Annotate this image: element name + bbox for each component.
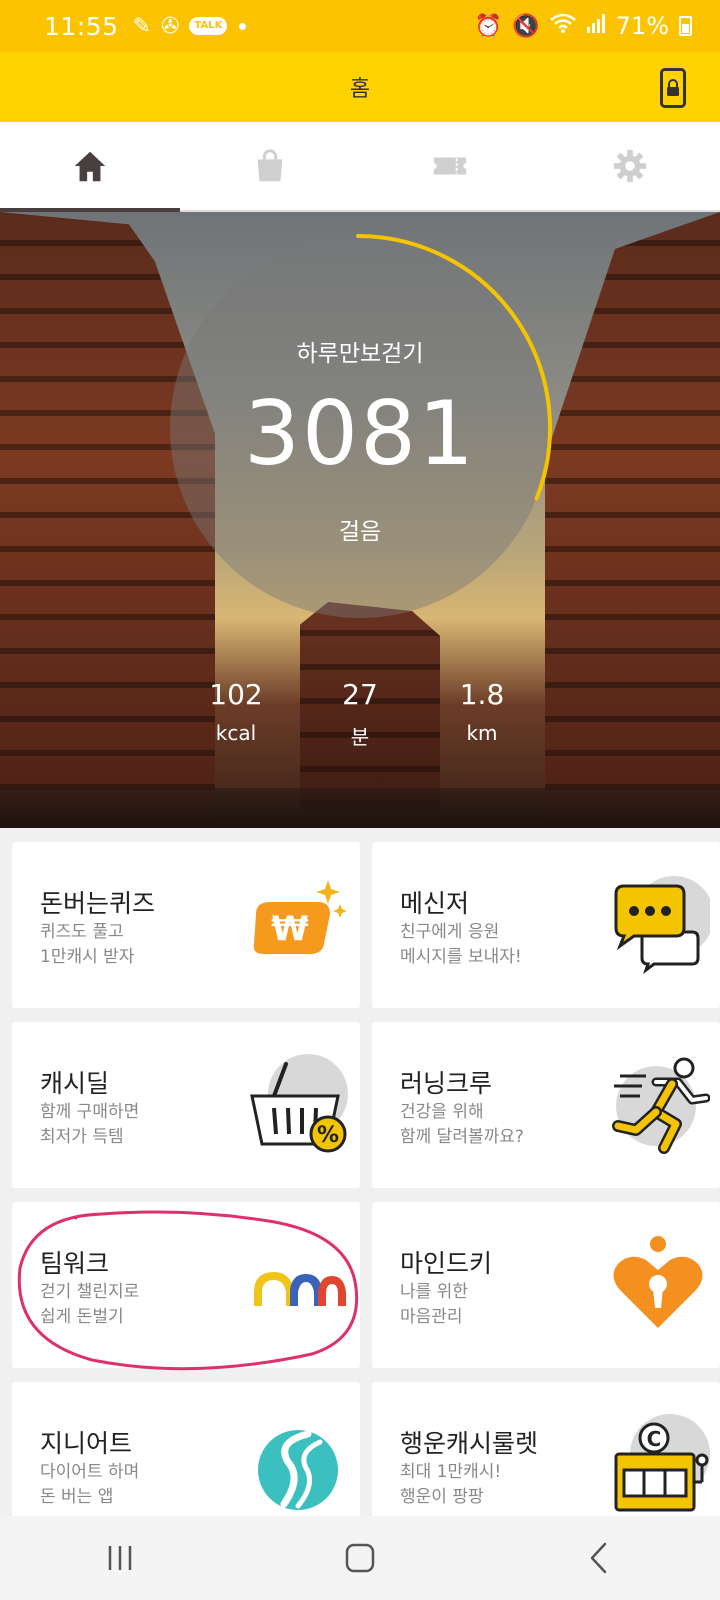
card-messenger[interactable]: 메신저 친구에게 응원 메시지를 보내자! [372, 842, 720, 1008]
distance-stat: 1.8 km [432, 678, 532, 745]
card-title: 행운캐시룰렛 [400, 1429, 539, 1458]
kakaotalk-icon: TALK [189, 17, 228, 35]
notification-icons: ✎ ✇ TALK [133, 14, 228, 39]
card-description: 친구에게 응원 메시지를 보내자! [400, 922, 522, 967]
calories-stat: 102 kcal [186, 678, 286, 745]
home-icon [74, 151, 106, 182]
runner-icon [612, 1057, 710, 1154]
canal-water [0, 788, 720, 828]
back-icon [590, 1542, 607, 1574]
heart-keyhole-icon [613, 1236, 703, 1328]
step-count: 3081 [244, 382, 476, 485]
status-bar: 11:55 ✎ ✇ TALK ⏰ 🔇 71% [0, 0, 720, 52]
system-status-icons: ⏰ 🔇 71% [475, 12, 692, 40]
minutes-value: 27 [342, 678, 378, 711]
shopping-bag-icon [257, 149, 283, 182]
app-bar: 홈 [0, 52, 720, 122]
card-title: 러닝크루 [400, 1069, 493, 1098]
calories-unit: kcal [215, 721, 257, 745]
home-button[interactable] [240, 1516, 480, 1600]
card-title: 메신저 [400, 889, 470, 918]
step-counter-hero: 하루만보걷기 3081 걸음 102 kcal 27 분 1.8 km [0, 212, 720, 828]
feather-icon: ✎ [132, 13, 151, 39]
battery-percent: 71% [615, 12, 669, 40]
card-title: 마인드키 [400, 1249, 493, 1278]
distance-unit: km [466, 721, 498, 745]
card-description: 최대 1만캐시! 행운이 팡팡 [400, 1462, 502, 1507]
card-description: 걷기 챌린지로 쉽게 돈벌기 [40, 1282, 140, 1327]
svg-text:%: % [317, 1123, 339, 1148]
distance-value: 1.8 [459, 678, 505, 711]
step-goal-title: 하루만보걷기 [296, 341, 424, 367]
tab-bar [0, 122, 720, 212]
slot-machine-icon: C [614, 1414, 710, 1512]
back-button[interactable] [480, 1516, 720, 1600]
step-unit: 걸음 [338, 519, 382, 545]
card-running-crew[interactable]: 러닝크루 건강을 위해 함께 달려볼까요? [372, 1022, 720, 1188]
shopping-basket-percent-icon: % [250, 1054, 348, 1153]
svg-text:₩: ₩ [271, 909, 309, 949]
tab-coupon[interactable] [360, 122, 540, 210]
card-description: 퀴즈도 풀고 1만캐시 받자 [40, 922, 135, 967]
card-cash-deal[interactable]: 캐시딜 함께 구매하면 최저가 득템 % [12, 1022, 360, 1188]
card-description: 다이어트 하며 돈 버는 앱 [40, 1462, 140, 1507]
wifi-icon [549, 13, 576, 39]
minutes-stat: 27 분 [310, 678, 410, 750]
card-mind-key[interactable]: 마인드키 나를 위한 마음관리 [372, 1202, 720, 1368]
home-button-icon [345, 1543, 375, 1573]
fan-icon: ✇ [160, 13, 180, 39]
alarm-icon: ⏰ [474, 13, 503, 39]
tab-shop[interactable] [180, 122, 360, 210]
system-nav-bar [0, 1516, 720, 1600]
mute-icon: 🔇 [512, 13, 540, 39]
page-title: 홈 [349, 77, 371, 102]
card-title: 팀워크 [40, 1249, 110, 1278]
ticket-icon [433, 157, 467, 175]
background-building [545, 212, 720, 828]
tab-settings[interactable] [540, 122, 720, 210]
card-title: 캐시딜 [40, 1069, 110, 1098]
diet-s-logo-icon [258, 1430, 338, 1510]
won-coin-sparkle-icon: ₩ [253, 880, 347, 954]
card-description: 건강을 위해 함께 달려볼까요? [400, 1102, 524, 1147]
card-money-quiz[interactable]: 돈버는퀴즈 퀴즈도 풀고 1만캐시 받자 ₩ [12, 842, 360, 1008]
more-notifications-dot [239, 22, 247, 30]
recent-apps-icon [108, 1546, 132, 1570]
svg-text:C: C [647, 1427, 662, 1451]
calories-value: 102 [209, 678, 263, 711]
lock-screen-button[interactable] [660, 68, 686, 108]
signal-icon [586, 13, 606, 39]
card-title: 돈버는퀴즈 [40, 889, 156, 918]
battery-icon [679, 16, 692, 36]
card-title: 지니어트 [40, 1429, 133, 1458]
card-teamwork[interactable]: 팀워크 걷기 챌린지로 쉽게 돈벌기 [12, 1202, 360, 1368]
status-time: 11:55 [44, 11, 119, 41]
minutes-unit: 분 [350, 725, 370, 749]
recent-apps-button[interactable] [0, 1516, 240, 1600]
teamwork-arches-icon [254, 1272, 346, 1306]
tab-home[interactable] [0, 122, 180, 212]
card-description: 함께 구매하면 최저가 득템 [40, 1102, 140, 1147]
card-description: 나를 위한 마음관리 [400, 1282, 468, 1327]
gear-icon [613, 149, 647, 183]
lock-icon [667, 79, 679, 96]
chat-bubbles-icon [614, 876, 710, 975]
